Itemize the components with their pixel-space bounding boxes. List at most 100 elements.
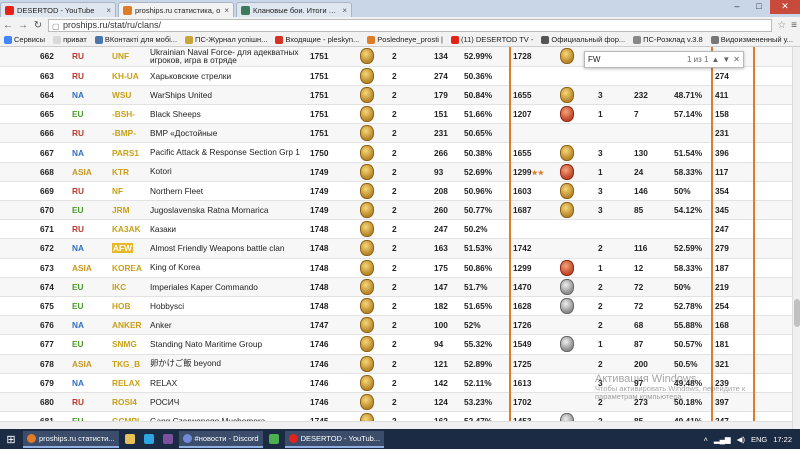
maximize-icon[interactable]: □ bbox=[748, 0, 770, 14]
league-cell: 2 bbox=[390, 47, 432, 67]
bookmark-item[interactable]: (11) DESERTOD TV - bbox=[451, 35, 533, 44]
clan-name-cell[interactable]: Anker bbox=[148, 315, 308, 336]
clan-tag-cell[interactable]: HOB bbox=[110, 296, 148, 317]
clan-tag-cell[interactable]: IKC bbox=[110, 277, 148, 297]
clan-name-cell[interactable]: Jugoslavenska Ratna Mornarica bbox=[148, 200, 308, 221]
taskbar-window-discord[interactable]: #новости - Discord bbox=[178, 430, 263, 448]
medal-cell bbox=[358, 354, 390, 374]
find-close-icon[interactable]: ✕ bbox=[733, 55, 740, 64]
clan-name-cell[interactable]: Standing Nato Maritime Group bbox=[148, 334, 308, 355]
bookmark-icon bbox=[275, 35, 284, 44]
clan-name-cell[interactable]: WarShips United bbox=[148, 85, 308, 106]
bookmark-item[interactable]: Официальный фор... bbox=[541, 35, 625, 44]
clan-name-cell[interactable]: 卵かけご飯 beyond bbox=[148, 354, 308, 374]
spacer-cell bbox=[753, 219, 792, 240]
clan-name-cell[interactable]: Black Sheeps bbox=[148, 104, 308, 125]
clan-tag-cell[interactable]: PARS1 bbox=[110, 142, 148, 163]
bookmark-item[interactable]: ПС-Журнал успішн... bbox=[185, 35, 267, 44]
clan-name-cell[interactable]: Northern Fleet bbox=[148, 181, 308, 202]
clan-tag-cell[interactable]: KH-UA bbox=[110, 66, 148, 86]
clan-name-cell[interactable]: Харьковские стрелки bbox=[148, 66, 308, 86]
clan-tag-cell[interactable]: -BMP- bbox=[110, 123, 148, 144]
bookmark-item[interactable]: Видоизмененный у... bbox=[710, 35, 793, 44]
rating-cell: 1746 bbox=[308, 354, 358, 374]
tab-youtube[interactable]: DESERTOD - YouTube × bbox=[0, 2, 116, 17]
clock[interactable]: 17:22 bbox=[773, 435, 792, 444]
volume-icon[interactable]: ◀) bbox=[737, 435, 745, 444]
find-prev-icon[interactable]: ▲ bbox=[711, 55, 719, 64]
clan-name-cell[interactable]: РОСИЧ bbox=[148, 392, 308, 413]
bookmark-item[interactable]: Сервисы bbox=[4, 35, 45, 44]
bookmark-item[interactable]: Posledneye_prosti | bbox=[367, 35, 443, 44]
league-medal-icon bbox=[360, 278, 374, 295]
league-medal-icon bbox=[360, 355, 374, 372]
vertical-scrollbar[interactable] bbox=[792, 47, 800, 429]
tab-clan-battles[interactable]: Клановые бои. Итоги сез × bbox=[236, 2, 352, 17]
find-next-icon[interactable]: ▼ bbox=[722, 55, 730, 64]
total-battles-cell: 279 bbox=[711, 238, 754, 259]
clan-tag-cell[interactable]: TKG_B bbox=[110, 354, 148, 374]
clan-name-cell[interactable]: RELAX bbox=[148, 373, 308, 393]
taskbar-window-youtube[interactable]: DESERTOD - YouTub... bbox=[284, 430, 385, 448]
clan-tag-cell[interactable]: -BSH- bbox=[110, 104, 148, 125]
minimize-icon[interactable]: – bbox=[726, 0, 748, 14]
network-icon[interactable]: ▂▄▆ bbox=[714, 435, 731, 444]
clan-tag-cell[interactable]: SNMG bbox=[110, 334, 148, 355]
close-tab-icon[interactable]: × bbox=[106, 6, 111, 15]
taskbar-pinned-icon[interactable] bbox=[141, 431, 157, 448]
taskbar-window-proships[interactable]: proships.ru статисти... bbox=[23, 430, 119, 448]
clan-name-cell[interactable]: Kotori bbox=[148, 162, 308, 182]
clan-name-cell[interactable]: BMP «Достойные bbox=[148, 123, 308, 144]
clan-tag-cell[interactable]: WSU bbox=[110, 85, 148, 106]
clan-tag-cell[interactable]: UNF bbox=[110, 47, 148, 67]
bookmark-star-icon[interactable]: ☆ bbox=[777, 20, 786, 31]
close-tab-icon[interactable]: × bbox=[224, 6, 229, 15]
clan-row: 666 RU -BMP- BMP «Достойные 1751 2 231 50.65% 23… bbox=[0, 123, 792, 144]
total-battles-cell: 254 bbox=[711, 296, 754, 317]
rank-cell: 678 bbox=[0, 354, 70, 374]
clan-tag-cell[interactable]: KTR bbox=[110, 162, 148, 182]
clan-tag-cell[interactable]: JRM bbox=[110, 200, 148, 221]
bookmark-item[interactable]: ВКонтакті для мобі... bbox=[94, 35, 177, 44]
clan-name-cell[interactable]: Казаки bbox=[148, 219, 308, 240]
clan-name-cell[interactable]: Ukrainian Naval Force- для адекватных иг… bbox=[148, 47, 308, 67]
bookmark-item[interactable]: Входящие - pleskyn... bbox=[275, 35, 359, 44]
clan-name-cell[interactable]: Hobbysci bbox=[148, 296, 308, 317]
clan-tag-cell[interactable]: KOREA bbox=[110, 258, 148, 278]
forward-icon[interactable]: → bbox=[18, 20, 28, 31]
back-icon[interactable]: ← bbox=[3, 20, 13, 31]
start-button[interactable]: ⊞ bbox=[2, 431, 20, 447]
clan-tag-cell[interactable]: ANKER bbox=[110, 315, 148, 336]
menu-icon[interactable]: ≡ bbox=[791, 20, 797, 31]
horizontal-scrollbar[interactable] bbox=[0, 421, 792, 429]
clan-tag-cell[interactable]: ROSI4 bbox=[110, 392, 148, 413]
taskbar-pinned-icon[interactable] bbox=[160, 431, 176, 448]
clan-tag-cell[interactable]: AFW bbox=[110, 238, 148, 259]
clan-tag-cell[interactable]: RELAX bbox=[110, 373, 148, 393]
bookmark-item[interactable]: приват bbox=[53, 35, 87, 44]
taskbar-pinned-icon[interactable] bbox=[266, 431, 282, 448]
winrate-cell: 50.77% bbox=[462, 200, 510, 221]
close-window-icon[interactable]: ✕ bbox=[770, 0, 800, 14]
tray-arrow-icon[interactable]: ˄ bbox=[703, 435, 707, 444]
bookmark-label: ПС-Розклад v.3.8 bbox=[643, 35, 703, 44]
clan-tag-cell[interactable]: KA3AK bbox=[110, 219, 148, 240]
taskbar-pinned-icon[interactable] bbox=[122, 431, 138, 448]
prev-battles-cell: 146 bbox=[632, 181, 672, 202]
clan-name-cell[interactable]: Almost Friendly Weapons battle clan bbox=[148, 238, 308, 259]
language-indicator[interactable]: ENG bbox=[751, 435, 767, 444]
address-bar[interactable]: ▢ proships.ru/stat/ru/clans/ bbox=[48, 18, 773, 32]
bookmark-item[interactable]: ПС-Розклад v.3.8 bbox=[633, 35, 703, 44]
reload-icon[interactable]: ↻ bbox=[33, 20, 43, 31]
close-tab-icon[interactable]: × bbox=[342, 6, 347, 15]
clan-name-cell[interactable]: Pacific Attack & Response Section Grp 1 bbox=[148, 142, 308, 163]
find-input[interactable]: FW bbox=[588, 55, 684, 64]
scroll-thumb[interactable] bbox=[794, 299, 800, 327]
clan-name-cell[interactable]: King of Korea bbox=[148, 258, 308, 278]
clan-name-cell[interactable]: Imperiales Kaper Commando bbox=[148, 277, 308, 297]
prev-medal-cell bbox=[558, 392, 596, 413]
spacer-cell bbox=[753, 200, 792, 221]
clan-tag-cell[interactable]: NF bbox=[110, 181, 148, 202]
battles-cell: 179 bbox=[432, 85, 462, 106]
tab-proships[interactable]: proships.ru статистика, о × bbox=[118, 2, 234, 17]
